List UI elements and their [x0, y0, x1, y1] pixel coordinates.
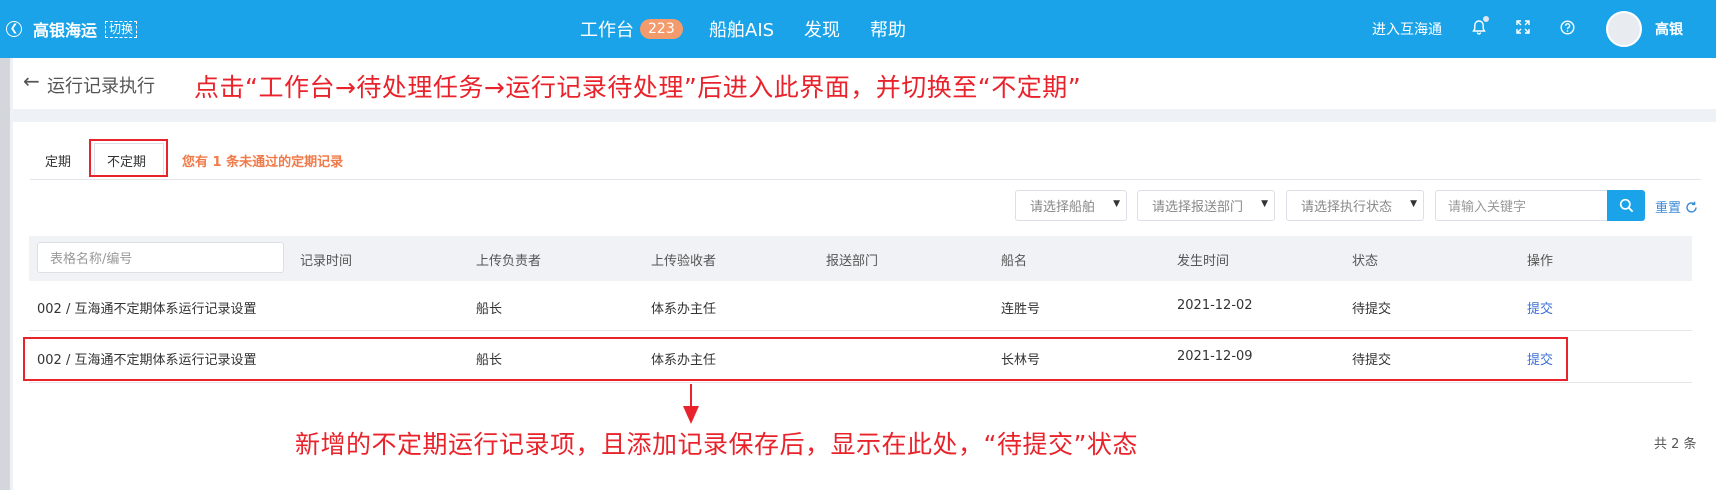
name-filter-input[interactable]: 表格名称/编号 [37, 242, 284, 273]
nav-discover[interactable]: 发现 [804, 0, 840, 58]
back-circle-icon[interactable]: ❮ [6, 21, 22, 37]
user-name[interactable]: 高银 [1655, 19, 1683, 39]
avatar[interactable] [1606, 11, 1642, 47]
caret-down-icon: ▼ [1261, 199, 1268, 209]
top-navigation-bar: ❮ 高银海运 切换 工作台 223 船舶AIS 发现 帮助 进入互海通 高银 [0, 0, 1716, 58]
highlight-box-row [23, 337, 1568, 381]
reset-label: 重置 [1655, 201, 1682, 216]
row1-ship: 连胜号 [1001, 302, 1041, 317]
row1-acceptor: 体系办主任 [651, 302, 717, 317]
annotation-arrow-shaft [690, 384, 692, 408]
col-department: 报送部门 [826, 254, 879, 269]
row1-submit-link[interactable]: 提交 [1527, 298, 1553, 317]
status-select-label: 请选择执行状态 [1301, 200, 1393, 215]
enter-huhaitong-link[interactable]: 进入互海通 [1372, 19, 1442, 39]
notification-dot [1483, 16, 1489, 22]
caret-down-icon: ▼ [1113, 199, 1120, 209]
tabs-divider [30, 179, 1701, 180]
row-divider [29, 330, 1692, 331]
task-count-badge: 223 [640, 19, 683, 39]
page-title: 运行记录执行 [47, 76, 155, 97]
status-select[interactable]: 请选择执行状态 ▼ [1286, 190, 1424, 221]
nav-workbench[interactable]: 工作台 223 [580, 0, 683, 58]
name-filter-placeholder: 表格名称/编号 [50, 252, 133, 267]
brand-name: 高银海运 [33, 21, 98, 40]
annotation-bottom: 新增的不定期运行记录项，且添加记录保存后，显示在此处，“待提交”状态 [295, 430, 1138, 459]
help-icon[interactable] [1558, 18, 1576, 36]
caret-down-icon: ▼ [1410, 199, 1417, 209]
col-status: 状态 [1352, 254, 1379, 269]
department-select[interactable]: 请选择报送部门 ▼ [1137, 190, 1275, 221]
bell-icon[interactable] [1470, 16, 1489, 36]
back-arrow-icon[interactable]: ← [23, 69, 40, 93]
annotation-top: 点击“工作台→待处理任务→运行记录待处理”后进入此界面，并切换至“不定期” [194, 73, 1082, 102]
row1-status: 待提交 [1352, 302, 1392, 317]
ship-select-label: 请选择船舶 [1030, 200, 1096, 215]
switch-company-button[interactable]: 切换 [105, 20, 138, 38]
col-record-time: 记录时间 [300, 254, 353, 269]
warning-message: 您有 1 条未通过的定期记录 [182, 155, 344, 170]
left-sidebar-strip [0, 58, 10, 490]
row1-name: 002 / 互海通不定期体系运行记录设置 [37, 302, 257, 317]
nav-help[interactable]: 帮助 [870, 0, 906, 58]
fullscreen-icon[interactable] [1514, 18, 1532, 36]
tab-regular[interactable]: 定期 [45, 151, 71, 170]
col-uploader: 上传负责者 [476, 254, 542, 269]
row-divider [29, 382, 1692, 383]
ship-select[interactable]: 请选择船舶 ▼ [1015, 190, 1127, 221]
nav-workbench-label: 工作台 [580, 20, 634, 41]
search-button[interactable] [1607, 190, 1645, 221]
reset-button[interactable]: 重置 [1655, 197, 1698, 216]
col-acceptor: 上传验收者 [651, 254, 717, 269]
nav-ship-ais[interactable]: 船舶AIS [709, 0, 774, 58]
keyword-placeholder: 请输入关键字 [1448, 200, 1527, 215]
annotation-arrow-icon [683, 406, 699, 424]
refresh-icon [1686, 201, 1697, 213]
department-select-label: 请选择报送部门 [1152, 200, 1244, 215]
col-date: 发生时间 [1177, 254, 1230, 269]
nav-ship-ais-label: 船舶AIS [709, 20, 775, 41]
nav-help-label: 帮助 [870, 20, 906, 41]
highlight-box-tab [89, 139, 168, 177]
col-action: 操作 [1527, 254, 1554, 269]
keyword-input[interactable]: 请输入关键字 [1435, 190, 1608, 221]
search-icon [1619, 198, 1633, 213]
total-count: 共 2 条 [1654, 437, 1697, 452]
brand-area: ❮ 高银海运 切换 [6, 17, 138, 41]
nav-discover-label: 发现 [804, 20, 840, 41]
row1-uploader: 船长 [476, 302, 503, 317]
row1-date: 2021-12-02 [1177, 298, 1253, 313]
col-ship: 船名 [1001, 254, 1028, 269]
